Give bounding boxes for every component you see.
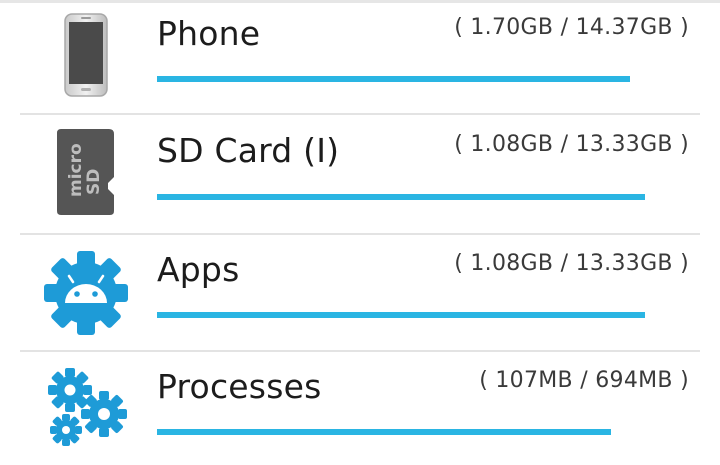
storage-size-label: ( 1.08GB / 13.33GB ) xyxy=(454,132,689,157)
storage-item-apps[interactable]: Apps ( 1.08GB / 13.33GB ) xyxy=(0,233,720,352)
storage-size-label: ( 1.70GB / 14.37GB ) xyxy=(454,15,689,40)
storage-item-sdcard[interactable]: micro SD SD Card (I) ( 1.08GB / 13.33GB … xyxy=(0,115,720,235)
storage-item-title: Processes xyxy=(157,367,322,406)
sd-card-icon: micro SD xyxy=(34,121,138,221)
storage-item-title: SD Card (I) xyxy=(157,131,340,170)
storage-item-title: Apps xyxy=(157,250,240,289)
usage-bar xyxy=(157,194,645,200)
svg-text:SD: SD xyxy=(84,169,104,195)
gears-icon xyxy=(34,360,138,460)
usage-bar xyxy=(157,76,630,82)
storage-size-label: ( 1.08GB / 13.33GB ) xyxy=(454,251,689,276)
phone-icon xyxy=(34,5,138,105)
usage-bar xyxy=(157,312,645,318)
storage-item-phone[interactable]: Phone ( 1.70GB / 14.37GB ) xyxy=(0,0,720,118)
usage-bar xyxy=(157,429,611,435)
storage-item-title: Phone xyxy=(157,14,261,53)
svg-text:micro: micro xyxy=(66,143,86,197)
storage-size-label: ( 107MB / 694MB ) xyxy=(479,368,689,393)
android-gear-icon xyxy=(34,243,138,343)
storage-item-processes[interactable]: Processes ( 107MB / 694MB ) xyxy=(0,352,720,465)
